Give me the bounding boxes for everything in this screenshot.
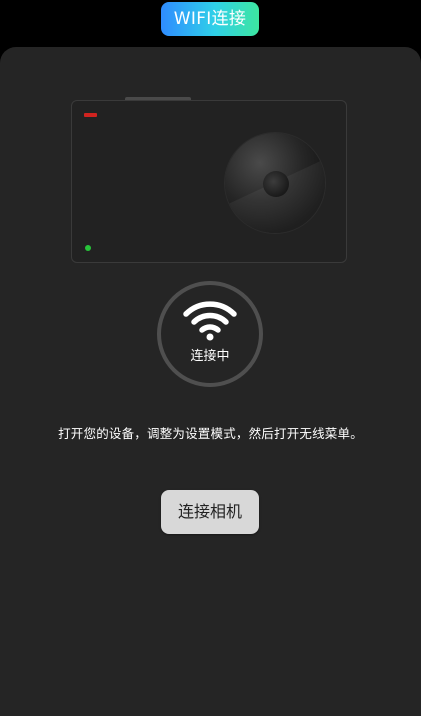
instruction-text: 打开您的设备，调整为设置模式，然后打开无线菜单。 <box>58 426 363 441</box>
wifi-icon <box>183 301 237 341</box>
connect-camera-button[interactable]: 连接相机 <box>161 490 259 534</box>
wifi-connect-screen: WIFI连接 连接中 打开您的设备，调整为设置模式，然后打开无线菜单。 连接相机 <box>0 0 421 716</box>
connection-status-text: 连接中 <box>190 349 230 364</box>
page-title: WIFI连接 <box>161 2 259 36</box>
camera-lens-icon <box>225 133 325 233</box>
lens-inner <box>263 171 289 197</box>
camera-red-indicator-icon <box>84 113 97 117</box>
camera-green-indicator-icon <box>85 245 91 251</box>
